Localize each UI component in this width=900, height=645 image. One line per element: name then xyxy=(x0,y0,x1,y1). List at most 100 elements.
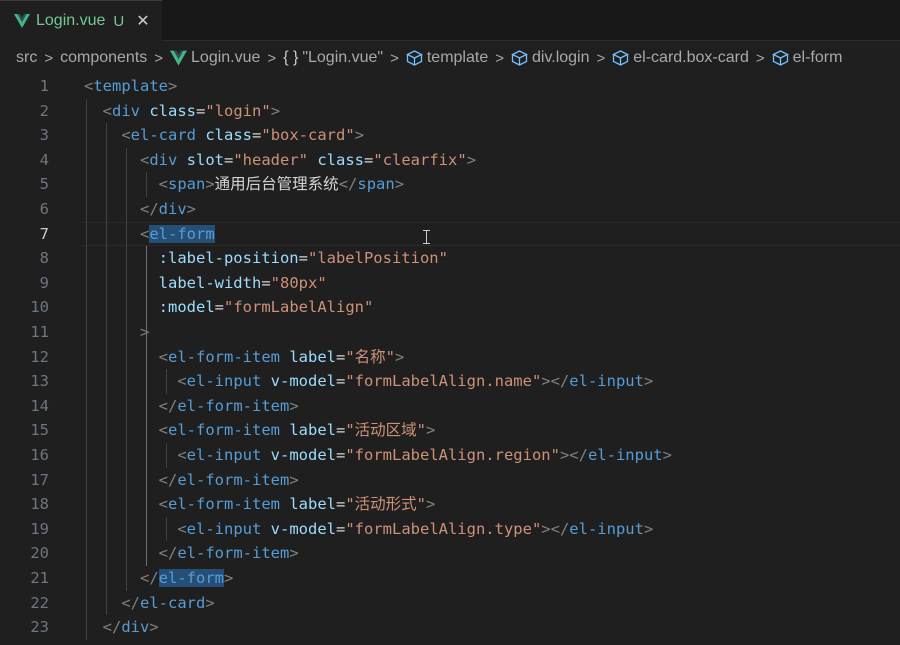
code-line[interactable]: 18 <el-form-item label="活动形式"> xyxy=(0,492,900,517)
code-text: > xyxy=(84,320,149,345)
code-token: "活动形式" xyxy=(345,495,427,514)
code-token: el-form-item xyxy=(168,495,280,514)
code-token: = xyxy=(224,150,234,169)
code-line[interactable]: 19 <el-input v-model="formLabelAlign.typ… xyxy=(0,517,900,542)
breadcrumb-item[interactable]: Login.vue xyxy=(170,49,260,67)
code-token: "header" xyxy=(233,150,308,169)
breadcrumb-item[interactable]: el-form xyxy=(771,49,842,67)
code-line[interactable]: 6 </div> xyxy=(0,197,900,222)
code-token: el-form-item xyxy=(168,347,280,366)
code-line[interactable]: 17 </el-form-item> xyxy=(0,468,900,493)
code-token: el-card xyxy=(130,126,196,145)
code-token: < xyxy=(84,372,187,391)
code-line[interactable]: 7 <el-form xyxy=(0,222,900,247)
code-token: ></ xyxy=(559,446,588,464)
line-number: 16 xyxy=(30,446,49,464)
code-line[interactable]: 12 <el-form-item label="名称"> xyxy=(0,345,900,370)
code-token: "80px" xyxy=(270,273,327,292)
code-text: <el-card class="box-card"> xyxy=(84,123,364,148)
line-number: 23 xyxy=(30,618,49,637)
code-token: < xyxy=(84,101,112,120)
breadcrumb-item[interactable]: { } "Login.vue" xyxy=(283,49,383,67)
code-token: "labelPosition" xyxy=(307,249,448,268)
breadcrumb-item[interactable]: div.login xyxy=(511,49,590,67)
code-token: "活动区域" xyxy=(345,421,427,440)
code-token: > xyxy=(84,323,150,341)
code-token: v-model xyxy=(270,519,336,538)
code-token: < xyxy=(84,150,150,169)
code-line[interactable]: 15 <el-form-item label="活动区域"> xyxy=(0,418,900,443)
code-text: </el-form-item> xyxy=(84,541,299,566)
code-line[interactable]: 1 <template> xyxy=(0,74,900,99)
line-number: 9 xyxy=(39,273,49,292)
breadcrumb-item[interactable]: components xyxy=(60,49,147,67)
code-text: :label-position="labelPosition" xyxy=(84,246,448,271)
code-text: <el-form-item label="活动形式"> xyxy=(84,492,436,517)
cube-icon xyxy=(511,50,528,66)
code-line[interactable]: 8 :label-position="labelPosition" xyxy=(0,246,900,271)
line-number: 1 xyxy=(39,77,49,95)
code-token: > xyxy=(223,569,234,587)
line-number: 24 xyxy=(0,640,49,645)
breadcrumb-label: template xyxy=(426,49,489,66)
code-text: <span>通用后台管理系统</span> xyxy=(84,172,404,197)
code-token: > xyxy=(289,470,299,489)
indent-guide xyxy=(166,516,167,542)
breadcrumb-label: el-card.box-card xyxy=(633,49,749,66)
code-line[interactable]: 4 <div slot="header" class="clearfix"> xyxy=(0,148,900,173)
indent-guide xyxy=(86,98,87,640)
untracked-badge: U xyxy=(113,12,125,30)
chevron-right-icon: > xyxy=(44,49,54,67)
line-number: 13 xyxy=(30,372,49,391)
code-token: label xyxy=(289,421,336,440)
code-line[interactable]: 24 </template> xyxy=(0,640,900,645)
code-line[interactable]: 22 </el-card> xyxy=(0,591,900,616)
breadcrumb-item[interactable]: template xyxy=(405,49,489,67)
indent-guide xyxy=(146,172,147,197)
tab-login-vue[interactable]: Login.vue U ✕ xyxy=(0,0,162,41)
line-number: 10 xyxy=(30,298,49,317)
chevron-right-icon: > xyxy=(495,49,504,67)
code-line[interactable]: 21 </el-form> xyxy=(0,566,900,591)
breadcrumb-item[interactable]: el-card.box-card xyxy=(612,49,749,67)
code-token: el-input xyxy=(569,519,644,538)
code-token: = xyxy=(214,298,224,317)
code-token: "formLabelAlign.region" xyxy=(345,446,560,464)
code-line[interactable]: 5 <span>通用后台管理系统</span> xyxy=(0,172,900,197)
close-icon[interactable]: ✕ xyxy=(136,13,149,29)
code-token: div xyxy=(149,150,178,169)
code-token: "clearfix" xyxy=(373,150,467,169)
code-line[interactable]: 2 <div class="login"> xyxy=(0,99,900,124)
code-token: = xyxy=(252,126,262,145)
code-line[interactable]: 10 :model="formLabelAlign" xyxy=(0,295,900,320)
code-line[interactable]: 9 label-width="80px" xyxy=(0,271,900,296)
code-token: el-input xyxy=(186,446,262,464)
line-number: 2 xyxy=(39,101,49,120)
code-token: template xyxy=(93,77,168,95)
code-token: el-form-item xyxy=(168,421,280,440)
code-token: class xyxy=(317,150,365,169)
code-line[interactable]: 20 </el-form-item> xyxy=(0,541,900,566)
code-line[interactable]: 3 <el-card class="box-card"> xyxy=(0,123,900,148)
code-token: el-form xyxy=(149,224,215,243)
code-token: = xyxy=(336,421,346,440)
indent-guide xyxy=(146,246,147,566)
code-line[interactable]: 16 <el-input v-model="formLabelAlign.reg… xyxy=(0,443,900,468)
breadcrumb-item[interactable]: src xyxy=(16,49,37,67)
code-line[interactable]: 14 </el-form-item> xyxy=(0,394,900,419)
code-text: <el-form xyxy=(84,222,215,247)
code-token: el-form-item xyxy=(177,396,290,415)
code-token: "名称" xyxy=(345,347,396,366)
code-token: "formLabelAlign.name" xyxy=(345,372,542,391)
code-token: 通用后台管理系统 xyxy=(214,175,339,194)
code-line[interactable]: 23 </div> xyxy=(0,615,900,640)
code-line[interactable]: 13 <el-input v-model="formLabelAlign.nam… xyxy=(0,369,900,394)
code-token: > xyxy=(354,126,365,145)
code-editor[interactable]: 1 <template> 2 <div class="login"> 3 <el-ca… xyxy=(0,74,900,645)
code-line[interactable]: 11 > xyxy=(0,320,900,345)
